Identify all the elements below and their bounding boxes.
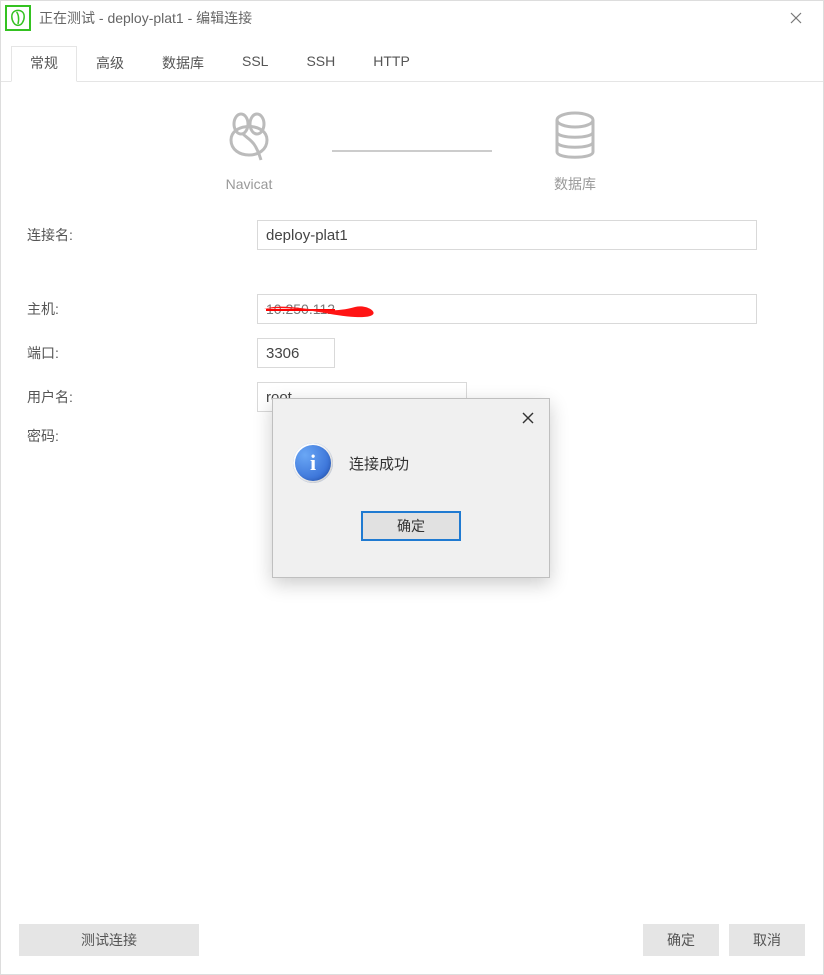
database-icon — [547, 108, 603, 164]
label-host: 主机: — [27, 299, 257, 319]
host-value-text: 10.250.112 — [266, 301, 335, 317]
info-icon: i — [293, 443, 333, 483]
diagram-left: Navicat — [184, 110, 314, 192]
message-text: 连接成功 — [349, 453, 409, 474]
window-close-button[interactable] — [773, 2, 819, 34]
tab-database[interactable]: 数据库 — [143, 46, 223, 82]
message-dialog: i 连接成功 确定 — [272, 398, 550, 578]
message-body: i 连接成功 — [273, 399, 549, 493]
row-host: 主机: 10.250.112 — [27, 294, 797, 324]
tab-ssh[interactable]: SSH — [287, 46, 354, 82]
port-input[interactable] — [257, 338, 335, 368]
label-connection-name: 连接名: — [27, 225, 257, 245]
titlebar: 正在测试 - deploy-plat1 - 编辑连接 — [1, 1, 823, 35]
tab-advanced[interactable]: 高级 — [77, 46, 143, 82]
window-title: 正在测试 - deploy-plat1 - 编辑连接 — [39, 8, 773, 28]
label-port: 端口: — [27, 343, 257, 363]
tab-ssl[interactable]: SSL — [223, 46, 287, 82]
test-connection-button[interactable]: 测试连接 — [19, 924, 199, 956]
navicat-icon — [221, 110, 277, 166]
connection-name-input[interactable] — [257, 220, 757, 250]
host-input[interactable]: 10.250.112 — [257, 294, 757, 324]
dialog-footer: 测试连接 确定 取消 — [1, 914, 823, 974]
cancel-button[interactable]: 取消 — [729, 924, 805, 956]
diagram-right: 数据库 — [510, 108, 640, 194]
message-footer: 确定 — [273, 493, 549, 541]
diagram-right-label: 数据库 — [554, 174, 596, 194]
ok-button[interactable]: 确定 — [643, 924, 719, 956]
tab-general[interactable]: 常规 — [11, 46, 77, 82]
connection-diagram: Navicat 数据库 — [27, 108, 797, 194]
diagram-left-label: Navicat — [226, 176, 273, 192]
label-user: 用户名: — [27, 387, 257, 407]
tabbar: 常规 高级 数据库 SSL SSH HTTP — [1, 35, 823, 82]
message-ok-button[interactable]: 确定 — [361, 511, 461, 541]
row-connection-name: 连接名: — [27, 220, 797, 250]
row-port: 端口: — [27, 338, 797, 368]
label-password: 密码: — [27, 426, 257, 446]
diagram-connector-line — [332, 150, 492, 152]
app-icon — [5, 5, 31, 31]
tab-http[interactable]: HTTP — [354, 46, 429, 82]
message-close-button[interactable] — [513, 405, 543, 431]
